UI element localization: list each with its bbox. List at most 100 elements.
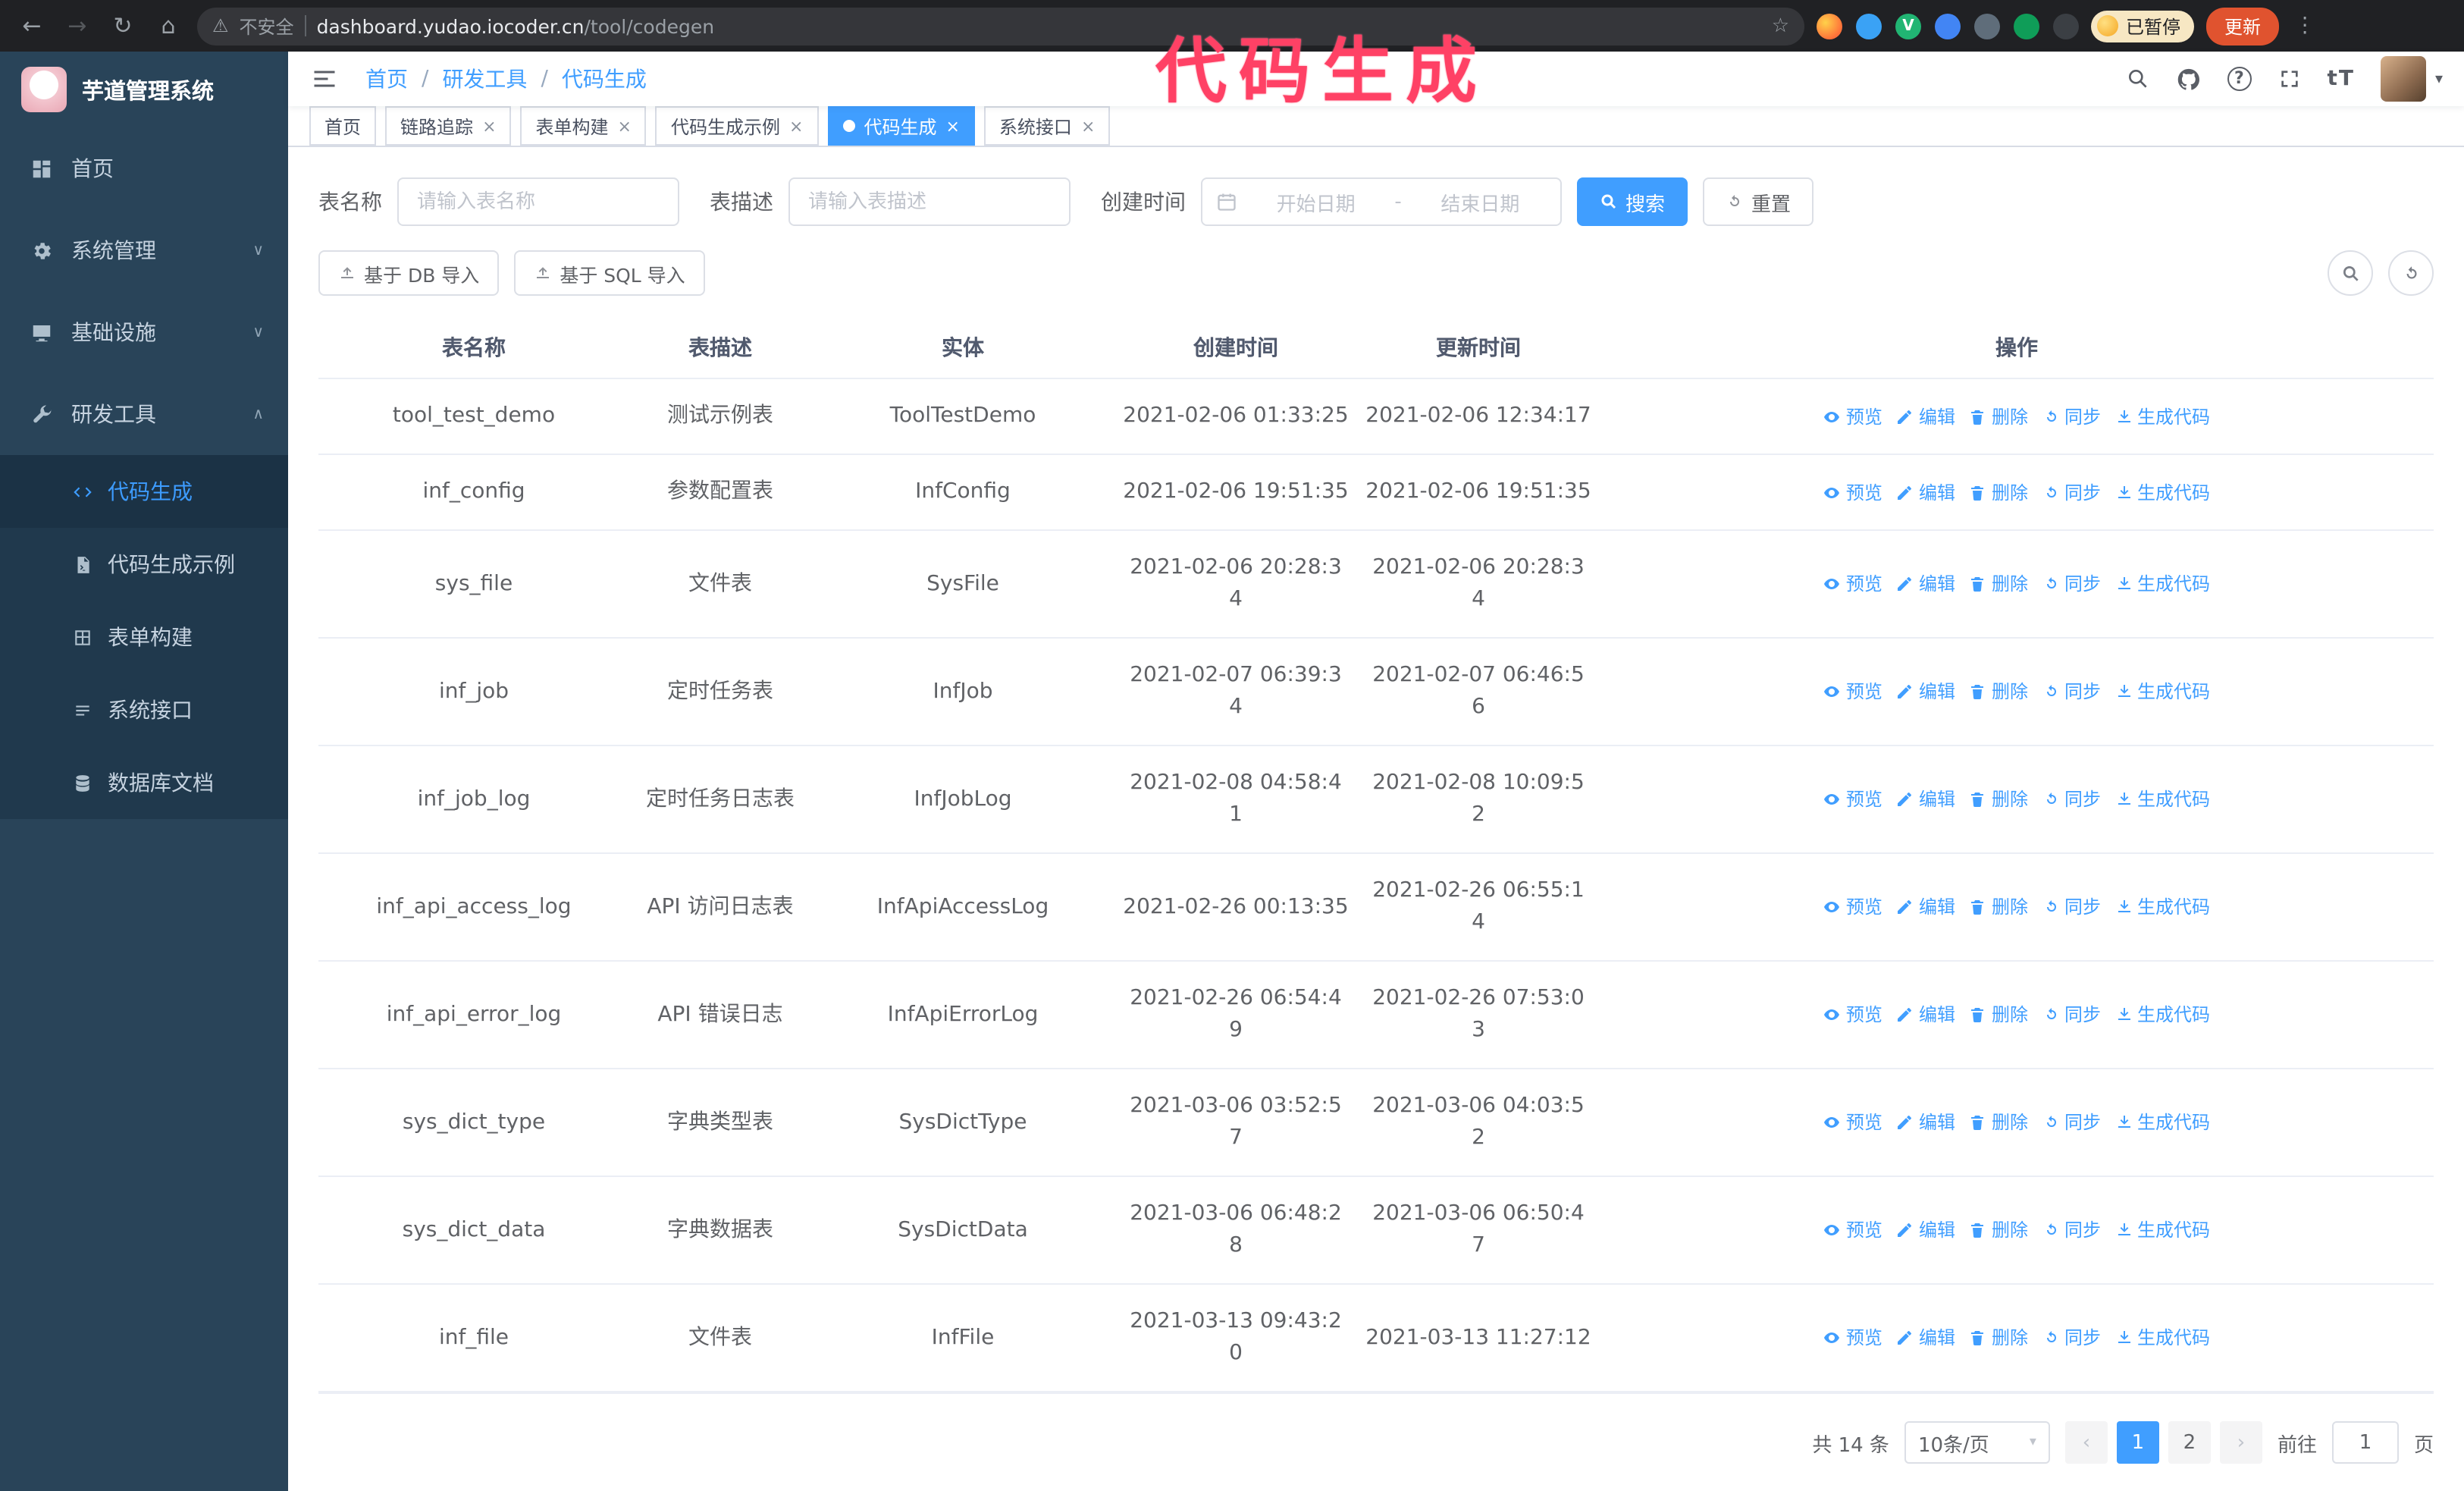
generate-code-link[interactable]: 生成代码 — [2114, 479, 2210, 506]
delete-link[interactable]: 删除 — [1969, 1109, 2028, 1136]
table-desc-input[interactable] — [788, 177, 1071, 226]
browser-reload-button[interactable]: ↻ — [106, 12, 140, 39]
generate-code-link[interactable]: 生成代码 — [2114, 786, 2210, 813]
generate-code-link[interactable]: 生成代码 — [2114, 678, 2210, 705]
preview-link[interactable]: 预览 — [1823, 786, 1882, 813]
sync-link[interactable]: 同步 — [2042, 570, 2101, 598]
extension-icon[interactable] — [2053, 13, 2079, 39]
extension-icon[interactable] — [2014, 13, 2039, 39]
sidebar-item-system-api[interactable]: 系统接口 — [0, 673, 288, 746]
edit-link[interactable]: 编辑 — [1896, 1001, 1955, 1028]
toggle-search-button[interactable] — [2328, 250, 2373, 296]
browser-back-button[interactable]: ← — [15, 12, 49, 39]
preview-link[interactable]: 预览 — [1823, 1216, 1882, 1244]
delete-link[interactable]: 删除 — [1969, 1324, 2028, 1351]
delete-link[interactable]: 删除 — [1969, 1216, 2028, 1244]
delete-link[interactable]: 删除 — [1969, 403, 2028, 430]
edit-link[interactable]: 编辑 — [1896, 1109, 1955, 1136]
close-icon[interactable]: × — [618, 116, 632, 136]
delete-link[interactable]: 删除 — [1969, 570, 2028, 598]
extension-icon[interactable] — [1817, 13, 1842, 39]
paused-badge[interactable]: 已暂停 — [2091, 10, 2195, 42]
sync-link[interactable]: 同步 — [2042, 1001, 2101, 1028]
generate-code-link[interactable]: 生成代码 — [2114, 1001, 2210, 1028]
font-size-icon[interactable]: tT — [2327, 67, 2355, 91]
tab-codegen[interactable]: 代码生成 × — [827, 106, 975, 146]
breadcrumb-home[interactable]: 首页 — [365, 64, 408, 94]
sidebar-item-db-docs[interactable]: 数据库文档 — [0, 746, 288, 819]
extension-icon[interactable]: V — [1895, 13, 1921, 39]
edit-link[interactable]: 编辑 — [1896, 570, 1955, 598]
sidebar-item-system[interactable]: 系统管理 ∨ — [0, 209, 288, 291]
preview-link[interactable]: 预览 — [1823, 479, 1882, 506]
sidebar-collapse-icon[interactable] — [311, 65, 338, 93]
delete-link[interactable]: 删除 — [1969, 786, 2028, 813]
tab-system-api[interactable]: 系统接口 × — [983, 106, 1111, 146]
preview-link[interactable]: 预览 — [1823, 403, 1882, 430]
extension-icon[interactable] — [1935, 13, 1961, 39]
browser-menu-icon[interactable]: ⋮ — [2291, 14, 2318, 38]
sync-link[interactable]: 同步 — [2042, 893, 2101, 921]
user-menu[interactable]: ▾ — [2380, 56, 2443, 102]
close-icon[interactable]: × — [1081, 116, 1095, 136]
delete-link[interactable]: 删除 — [1969, 893, 2028, 921]
import-db-button[interactable]: 基于 DB 导入 — [318, 250, 500, 296]
sync-link[interactable]: 同步 — [2042, 786, 2101, 813]
next-page-button[interactable]: › — [2219, 1421, 2262, 1464]
close-icon[interactable]: × — [482, 116, 496, 136]
import-sql-button[interactable]: 基于 SQL 导入 — [514, 250, 705, 296]
edit-link[interactable]: 编辑 — [1896, 1324, 1955, 1351]
edit-link[interactable]: 编辑 — [1896, 1216, 1955, 1244]
tab-form-builder[interactable]: 表单构建 × — [520, 106, 647, 146]
sidebar-item-home[interactable]: 首页 — [0, 127, 288, 209]
preview-link[interactable]: 预览 — [1823, 570, 1882, 598]
edit-link[interactable]: 编辑 — [1896, 893, 1955, 921]
tab-codegen-example[interactable]: 代码生成示例 × — [655, 106, 819, 146]
tab-home[interactable]: 首页 — [309, 106, 377, 146]
security-label[interactable]: 不安全 — [240, 13, 294, 39]
prev-page-button[interactable]: ‹ — [2064, 1421, 2108, 1464]
breadcrumb-devtools[interactable]: 研发工具 — [442, 64, 527, 94]
fullscreen-icon[interactable] — [2277, 67, 2301, 91]
tab-tracing[interactable]: 链路追踪 × — [385, 106, 512, 146]
edit-link[interactable]: 编辑 — [1896, 479, 1955, 506]
generate-code-link[interactable]: 生成代码 — [2114, 1324, 2210, 1351]
generate-code-link[interactable]: 生成代码 — [2114, 893, 2210, 921]
page-button-2[interactable]: 2 — [2168, 1421, 2211, 1464]
search-button[interactable]: 搜索 — [1577, 177, 1688, 226]
edit-link[interactable]: 编辑 — [1896, 403, 1955, 430]
sidebar-item-infra[interactable]: 基础设施 ∨ — [0, 291, 288, 373]
preview-link[interactable]: 预览 — [1823, 1001, 1882, 1028]
generate-code-link[interactable]: 生成代码 — [2114, 1216, 2210, 1244]
github-icon[interactable] — [2175, 66, 2201, 92]
browser-forward-button[interactable]: → — [61, 12, 94, 39]
sidebar-item-codegen[interactable]: 代码生成 — [0, 455, 288, 528]
sync-link[interactable]: 同步 — [2042, 1109, 2101, 1136]
page-button-1[interactable]: 1 — [2116, 1421, 2159, 1464]
sidebar-item-form-builder[interactable]: 表单构建 — [0, 601, 288, 673]
close-icon[interactable]: × — [789, 116, 803, 136]
create-time-range-picker[interactable]: 开始日期 - 结束日期 — [1201, 177, 1562, 226]
preview-link[interactable]: 预览 — [1823, 678, 1882, 705]
close-icon[interactable]: × — [945, 116, 959, 136]
delete-link[interactable]: 删除 — [1969, 1001, 2028, 1028]
delete-link[interactable]: 删除 — [1969, 479, 2028, 506]
extension-icon[interactable] — [1856, 13, 1882, 39]
preview-link[interactable]: 预览 — [1823, 893, 1882, 921]
delete-link[interactable]: 删除 — [1969, 678, 2028, 705]
generate-code-link[interactable]: 生成代码 — [2114, 403, 2210, 430]
help-icon[interactable]: ? — [2227, 67, 2252, 91]
refresh-table-button[interactable] — [2388, 250, 2434, 296]
bookmark-star-icon[interactable]: ☆ — [1772, 14, 1789, 37]
generate-code-link[interactable]: 生成代码 — [2114, 1109, 2210, 1136]
sync-link[interactable]: 同步 — [2042, 403, 2101, 430]
preview-link[interactable]: 预览 — [1823, 1324, 1882, 1351]
reset-button[interactable]: 重置 — [1703, 177, 1814, 226]
goto-page-input[interactable] — [2331, 1421, 2399, 1464]
edit-link[interactable]: 编辑 — [1896, 678, 1955, 705]
sync-link[interactable]: 同步 — [2042, 1216, 2101, 1244]
browser-update-button[interactable]: 更新 — [2206, 7, 2280, 45]
generate-code-link[interactable]: 生成代码 — [2114, 570, 2210, 598]
browser-home-button[interactable]: ⌂ — [152, 12, 185, 39]
table-name-input[interactable] — [397, 177, 679, 226]
